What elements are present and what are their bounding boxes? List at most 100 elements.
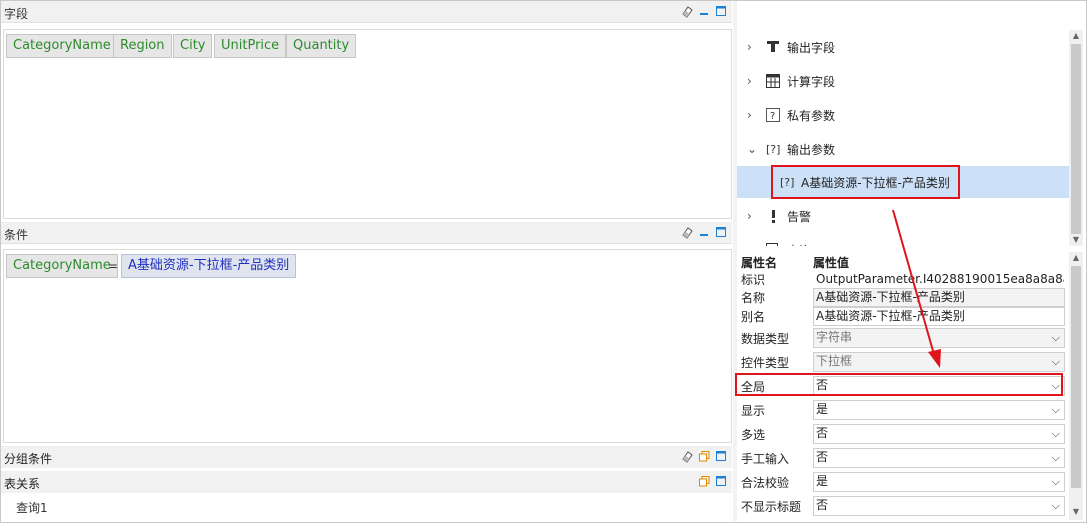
property-name-header: 属性名 [741, 256, 778, 270]
property-label: 数据类型 [741, 332, 790, 346]
eraser-icon[interactable] [680, 4, 694, 18]
condition-operator: = [108, 259, 119, 273]
chevron-down-icon[interactable]: ⌄ [747, 142, 761, 156]
property-label: 合法校验 [741, 476, 790, 490]
scroll-up-icon[interactable]: ▲ [1069, 30, 1083, 42]
scroll-down-icon[interactable]: ▼ [1069, 506, 1083, 518]
chevron-right-icon[interactable]: › [747, 243, 761, 246]
chevron-down-icon[interactable]: ⌵ [1052, 497, 1060, 514]
validation-select[interactable]: 是 ⌵ [813, 472, 1065, 492]
property-row-multiselect: 多选 否 ⌵ [737, 424, 1069, 446]
restore-icon[interactable] [697, 449, 711, 463]
tree-item-alerts[interactable]: › 告警 [737, 200, 1069, 232]
group-panel-title: 分组条件 [4, 452, 53, 466]
property-label: 名称 [741, 291, 766, 305]
chevron-down-icon[interactable]: ⌵ [1052, 473, 1060, 490]
conditions-panel-body: CategoryName = A基础资源-下拉框-产品类别 [3, 249, 732, 443]
output-field-icon [765, 39, 781, 55]
property-row-visible: 显示 是 ⌵ [737, 400, 1069, 422]
select-value: 字符串 [816, 330, 853, 344]
field-chip[interactable]: City [173, 34, 213, 58]
property-label: 控件类型 [741, 356, 790, 370]
output-param-icon: [?] [765, 141, 781, 157]
relation-panel-title: 表关系 [4, 477, 41, 491]
eraser-icon[interactable] [680, 449, 694, 463]
chevron-right-icon[interactable]: › [747, 209, 761, 223]
chevron-down-icon: ⌵ [1051, 331, 1060, 344]
select-value: 是 [816, 474, 829, 488]
property-row-name: 名称 A基础资源-下拉框-产品类别 [737, 288, 1069, 307]
manual-input-select[interactable]: 否 ⌵ [813, 448, 1065, 468]
datatype-select: 字符串 ⌵ [813, 328, 1065, 348]
chevron-right-icon[interactable]: › [747, 108, 761, 122]
field-chip[interactable]: Quantity [286, 34, 357, 58]
chevron-down-icon: ⌵ [1051, 355, 1060, 368]
property-row-datatype: 数据类型 字符串 ⌵ [737, 328, 1069, 350]
group-panel-header: 分组条件 [1, 446, 732, 468]
property-row-manual-input: 手工输入 否 ⌵ [737, 448, 1069, 470]
hide-title-select[interactable]: 否 ⌵ [813, 496, 1065, 516]
field-chip[interactable]: Region [113, 34, 172, 58]
tree-item-calculated-fields[interactable]: › 计算字段 [737, 65, 1069, 97]
tab-query1[interactable]: 查询1 [4, 497, 60, 519]
minimize-icon[interactable] [697, 4, 711, 18]
condition-value-chip[interactable]: A基础资源-下拉框-产品类别 [121, 254, 297, 278]
select-value: 下拉框 [816, 354, 853, 368]
visible-select[interactable]: 是 ⌵ [813, 400, 1065, 420]
property-label: 手工输入 [741, 452, 790, 466]
tree-scroll-thumb[interactable] [1071, 44, 1081, 234]
chevron-down-icon[interactable]: ⌵ [1052, 401, 1060, 418]
property-label: 别名 [741, 310, 766, 324]
relation-panel-header: 表关系 [1, 471, 732, 493]
scroll-up-icon[interactable]: ▲ [1069, 252, 1083, 264]
property-row-controltype: 控件类型 下拉框 ⌵ [737, 352, 1069, 374]
property-value-name: A基础资源-下拉框-产品类别 [813, 288, 1065, 307]
private-param-icon: ? [765, 107, 781, 123]
tree-item-query[interactable]: › 查询 [737, 234, 1069, 246]
property-label: 多选 [741, 428, 766, 442]
maximize-icon[interactable] [714, 4, 728, 18]
highlight-selected-param [771, 165, 960, 199]
tree-item-label: 查询 [787, 242, 811, 247]
field-chip[interactable]: UnitPrice [214, 34, 287, 58]
multiselect-select[interactable]: 否 ⌵ [813, 424, 1065, 444]
fields-panel-body: CategoryName Region City UnitPrice Quant… [3, 29, 732, 219]
minimize-icon[interactable] [697, 225, 711, 239]
alias-input[interactable]: A基础资源-下拉框-产品类别 [813, 307, 1065, 326]
tree-item-private-params[interactable]: › ? 私有参数 [737, 99, 1069, 131]
highlight-global-row [735, 373, 1063, 396]
select-value: 是 [816, 402, 829, 416]
property-scroll-thumb[interactable] [1071, 266, 1081, 488]
tree-item-label: 输出参数 [787, 142, 836, 157]
controltype-select: 下拉框 ⌵ [813, 352, 1065, 372]
calculator-icon [765, 73, 781, 89]
conditions-panel-header: 条件 [1, 222, 732, 244]
chevron-down-icon[interactable]: ⌵ [1052, 449, 1060, 466]
chevron-right-icon[interactable]: › [747, 74, 761, 88]
property-row-id: 标识 OutputParameter.I40288190015ea8a8a8a8… [737, 270, 1069, 289]
tree-item-label: 输出字段 [787, 40, 836, 55]
maximize-icon[interactable] [714, 474, 728, 488]
scroll-down-icon[interactable]: ▼ [1069, 234, 1083, 246]
tree-item-label: 计算字段 [787, 74, 836, 89]
field-chip[interactable]: CategoryName [6, 34, 118, 58]
tree-item-output-params[interactable]: ⌄ [?] 输出参数 [737, 133, 1069, 165]
tree-item-output-fields[interactable]: › 输出字段 [737, 31, 1069, 63]
eraser-icon[interactable] [680, 225, 694, 239]
property-value-header: 属性值 [813, 256, 850, 270]
condition-field-chip[interactable]: CategoryName [6, 254, 118, 278]
maximize-icon[interactable] [714, 449, 728, 463]
select-value: 否 [816, 450, 829, 464]
property-scrollbar[interactable]: ▲ ▼ [1069, 252, 1083, 520]
property-label: 不显示标题 [741, 500, 802, 514]
restore-icon[interactable] [697, 474, 711, 488]
maximize-icon[interactable] [714, 225, 728, 239]
fields-panel-header: 字段 [1, 1, 732, 23]
chevron-down-icon[interactable]: ⌵ [1052, 425, 1060, 442]
svg-text:?: ? [770, 111, 775, 122]
property-row-alias: 别名 A基础资源-下拉框-产品类别 [737, 307, 1069, 326]
conditions-panel-title: 条件 [4, 228, 29, 242]
tree-scrollbar[interactable]: ▲ ▼ [1069, 30, 1083, 246]
chevron-right-icon[interactable]: › [747, 40, 761, 54]
property-label: 显示 [741, 404, 766, 418]
